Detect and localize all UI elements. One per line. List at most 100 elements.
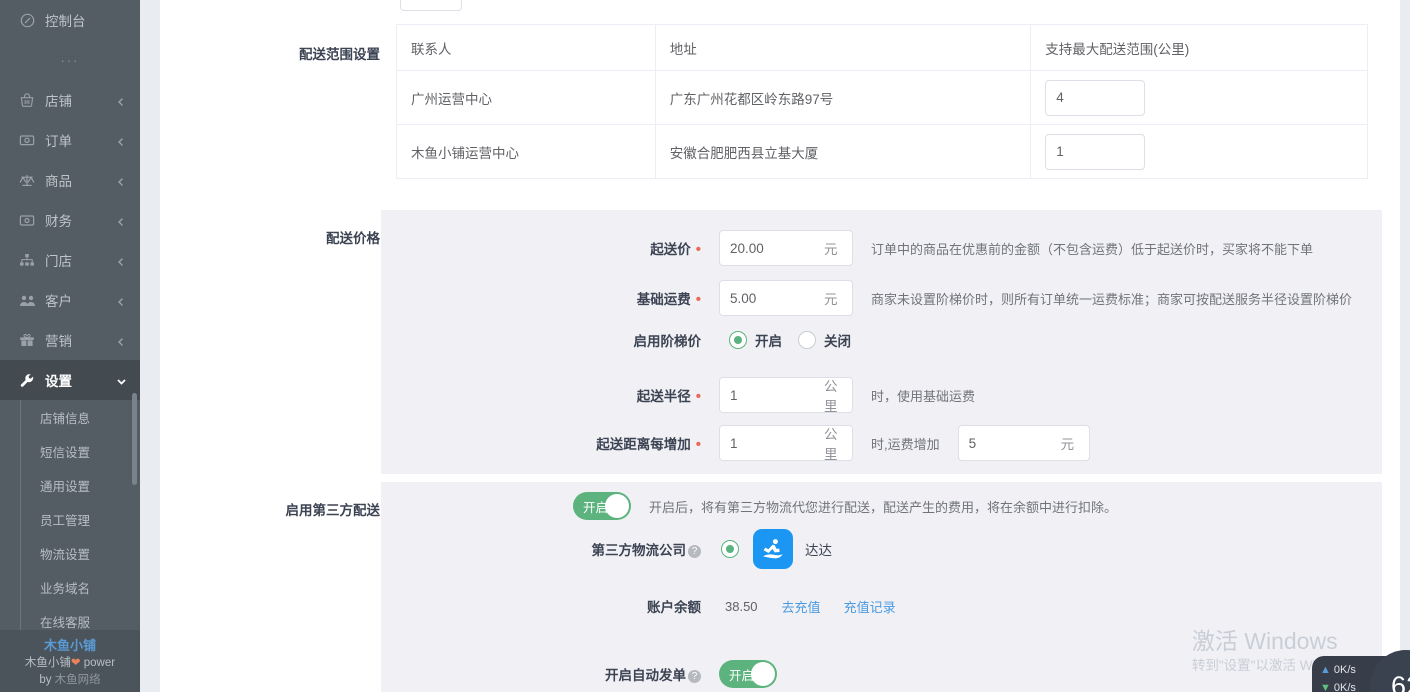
sidebar-footer: 木鱼小铺 木鱼小铺❤ power by 木鱼网络 bbox=[0, 630, 140, 692]
powered-company-name: 木鱼网络 bbox=[54, 674, 101, 686]
radio-dot-icon bbox=[798, 331, 816, 349]
increment-mid-hint: 时,运费增加 bbox=[871, 436, 940, 452]
users-icon bbox=[18, 292, 36, 308]
sidebar-item-sms-settings[interactable]: 短信设置 bbox=[0, 434, 140, 468]
max-range-input[interactable] bbox=[1045, 133, 1146, 170]
sidebar-item-label: 控制台 bbox=[45, 14, 86, 29]
sidebar-item-shop[interactable]: 店铺 bbox=[0, 80, 140, 120]
min-order-input[interactable] bbox=[720, 231, 820, 265]
increment-label-wrap: 起送距离每增加 • bbox=[381, 433, 701, 453]
increment-label: 起送距离每增加 bbox=[596, 437, 691, 452]
main-content: 配送范围设置 联系人 地址 支持最大配送范围(公里) 广州运营中心 广东广州花都… bbox=[160, 0, 1400, 692]
delivery-range-table: 联系人 地址 支持最大配送范围(公里) 广州运营中心 广东广州花都区岭东路97号… bbox=[396, 24, 1368, 179]
powered-by: by bbox=[39, 674, 55, 686]
sidebar-item-dashboard[interactable]: 控制台 bbox=[0, 0, 140, 40]
min-order-input-group: 元 bbox=[719, 230, 853, 266]
heart-icon: ❤ bbox=[70, 657, 81, 669]
scale-icon bbox=[18, 172, 36, 188]
sidebar-item-staff-management[interactable]: 员工管理 bbox=[0, 502, 140, 536]
cell-address: 安徽合肥肥西县立基大厦 bbox=[655, 124, 1032, 179]
min-order-label-wrap: 起送价 • bbox=[381, 238, 701, 258]
recharge-records-link[interactable]: 充值记录 bbox=[844, 597, 896, 616]
company-name[interactable]: 达达 bbox=[805, 539, 832, 559]
start-radius-label: 起送半径 bbox=[636, 389, 691, 404]
sidebar-item-store[interactable]: 门店 bbox=[0, 240, 140, 280]
sidebar-item-customer[interactable]: 客户 bbox=[0, 280, 140, 320]
tiered-radio-off[interactable]: 关闭 bbox=[798, 330, 851, 350]
third-party-toggle-row: 开启 开启后，将有第三方物流代您进行配送，配送产生的费用，将在余额中进行扣除。 bbox=[573, 492, 1117, 520]
base-fee-input[interactable] bbox=[720, 281, 820, 315]
required-marker: • bbox=[695, 241, 701, 258]
recharge-link[interactable]: 去充值 bbox=[782, 597, 821, 616]
cell-max-range bbox=[1030, 70, 1368, 125]
powered-mid: power bbox=[80, 657, 116, 669]
max-range-input[interactable] bbox=[1045, 79, 1146, 116]
chevron-left-icon bbox=[116, 175, 126, 186]
start-radius-row: 起送半径 • 公里 时，使用基础运费 bbox=[381, 377, 1382, 413]
sidebar-scrollbar[interactable] bbox=[132, 393, 137, 485]
start-radius-label-wrap: 起送半径 • bbox=[381, 385, 701, 405]
min-order-label: 起送价 bbox=[650, 242, 691, 257]
column-header-max-range: 支持最大配送范围(公里) bbox=[1030, 24, 1368, 71]
sidebar-item-settings[interactable]: 设置 bbox=[0, 360, 140, 400]
chevron-left-icon bbox=[116, 95, 126, 106]
increment-unit: 公里 bbox=[820, 426, 852, 460]
sidebar-item-shop-info[interactable]: 店铺信息 bbox=[0, 400, 140, 434]
chevron-left-icon bbox=[116, 135, 126, 146]
start-radius-input[interactable] bbox=[720, 378, 820, 412]
sidebar-item-goods[interactable]: 商品 bbox=[0, 160, 140, 200]
increment-distance-input[interactable] bbox=[720, 426, 820, 460]
tiered-radio-on[interactable]: 开启 bbox=[729, 330, 782, 350]
radio-dot-icon bbox=[729, 331, 747, 349]
chevron-left-icon bbox=[116, 295, 126, 306]
start-radius-hint: 时，使用基础运费 bbox=[871, 388, 976, 404]
cell-max-range bbox=[1031, 125, 1368, 179]
company-radio-dada[interactable] bbox=[721, 540, 739, 558]
chevron-left-icon bbox=[116, 255, 126, 266]
wrench-icon bbox=[18, 372, 36, 388]
tiered-radio-off-label: 关闭 bbox=[824, 334, 851, 349]
sidebar-item-marketing[interactable]: 营销 bbox=[0, 320, 140, 360]
help-icon[interactable]: ? bbox=[688, 669, 701, 683]
sidebar-item-order[interactable]: 订单 bbox=[0, 120, 140, 160]
top-partial-button[interactable] bbox=[400, 0, 462, 11]
increment-fee-input-group: 元 bbox=[957, 425, 1090, 461]
sidebar-item-business-domain[interactable]: 业务域名 bbox=[0, 570, 140, 604]
start-radius-unit: 公里 bbox=[820, 378, 852, 412]
download-arrow-icon: ▼ bbox=[1320, 682, 1331, 692]
toggle-knob bbox=[605, 494, 629, 518]
delivery-range-label: 配送范围设置 bbox=[299, 47, 380, 62]
increment-fee-input[interactable] bbox=[958, 426, 1057, 460]
company-label-wrap: 第三方物流公司? bbox=[381, 539, 701, 559]
sidebar-submenu: 店铺信息 短信设置 通用设置 员工管理 物流设置 业务域名 在线客服 bbox=[0, 400, 140, 638]
auto-dispatch-row: 开启自动发单? 开启 bbox=[381, 660, 1382, 688]
dada-logo-icon bbox=[753, 529, 793, 569]
base-fee-row: 基础运费 • 元 商家未设置阶梯价时，则所有订单统一运费标准；商家可按配送服务半径… bbox=[381, 280, 1382, 316]
sidebar-item-finance[interactable]: 财务 bbox=[0, 200, 140, 240]
radio-dot-icon bbox=[721, 540, 739, 558]
third-party-toggle[interactable]: 开启 bbox=[573, 492, 631, 520]
increment-input-group: 公里 bbox=[719, 425, 853, 461]
sidebar-shop-name[interactable]: 木鱼小铺 bbox=[0, 636, 140, 655]
order-icon bbox=[18, 132, 36, 148]
sidebar-item-general-settings[interactable]: 通用设置 bbox=[0, 468, 140, 502]
company-label: 第三方物流公司 bbox=[591, 543, 687, 558]
required-marker: • bbox=[695, 436, 701, 453]
dashboard-icon bbox=[18, 12, 36, 28]
increment-row: 起送距离每增加 • 公里 时,运费增加 元 bbox=[381, 425, 1382, 461]
auto-dispatch-toggle[interactable]: 开启 bbox=[719, 660, 777, 688]
increment-fee-unit: 元 bbox=[1056, 426, 1086, 460]
sidebar-item-logistics-settings[interactable]: 物流设置 bbox=[0, 536, 140, 570]
required-marker: • bbox=[695, 388, 701, 405]
balance-value: 38.50 bbox=[725, 598, 758, 614]
delivery-price-label: 配送价格 bbox=[326, 231, 380, 246]
download-speed: 0K/s bbox=[1333, 682, 1356, 692]
base-fee-hint: 商家未设置阶梯价时，则所有订单统一运费标准；商家可按配送服务半径设置阶梯价 bbox=[871, 291, 1353, 307]
sidebar-divider-dots: ··· bbox=[60, 52, 80, 68]
cell-address: 广东广州花都区岭东路97号 bbox=[655, 70, 1032, 125]
auto-dispatch-label-wrap: 开启自动发单? bbox=[381, 664, 701, 684]
cell-contact: 广州运营中心 bbox=[396, 70, 656, 125]
help-icon[interactable]: ? bbox=[688, 544, 701, 558]
toggle-knob bbox=[751, 662, 775, 686]
upload-speed: 0K/s bbox=[1333, 664, 1356, 676]
